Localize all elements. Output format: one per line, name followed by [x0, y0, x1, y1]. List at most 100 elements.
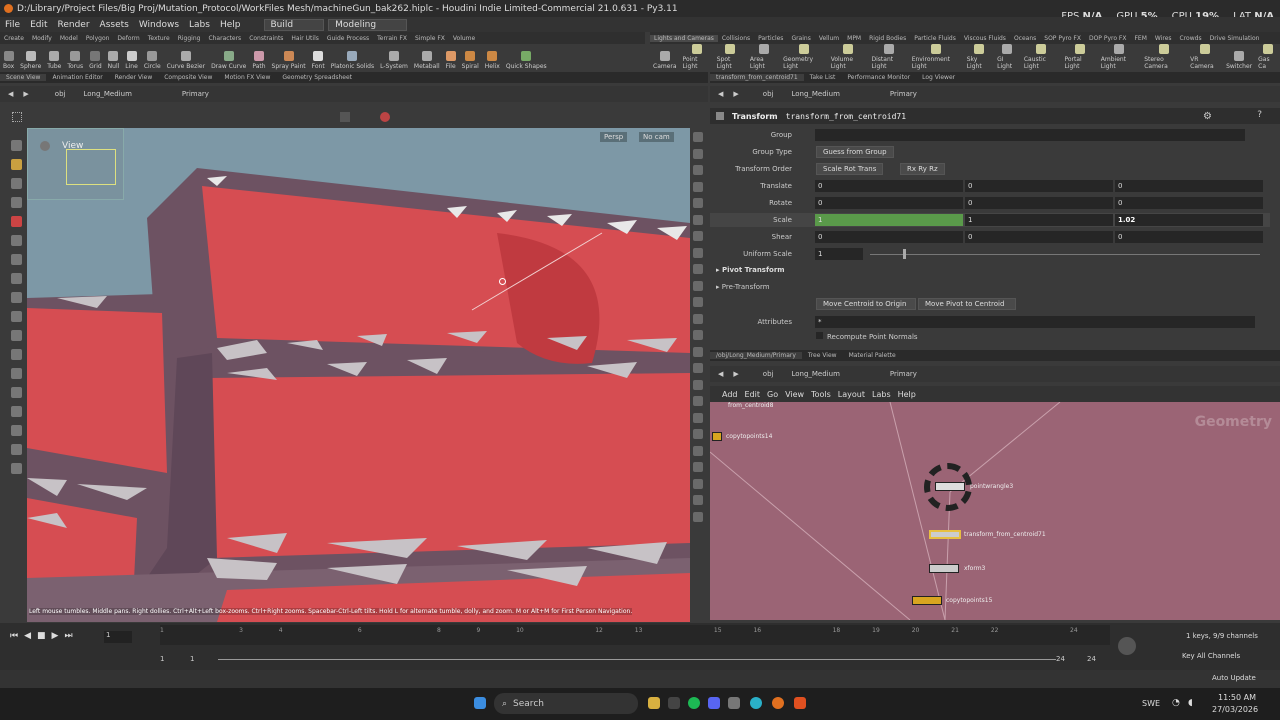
scale-y[interactable]: 1 [965, 214, 1113, 226]
pre-transform-folder[interactable]: ▸ Pre-Transform [716, 283, 770, 291]
display-tool-icon[interactable] [693, 247, 703, 258]
viewport-tool-icon[interactable] [11, 406, 22, 417]
parm-path-obj[interactable]: obj [763, 90, 774, 98]
scene-viewport[interactable]: View Persp No cam Left mouse tumbles. Mi… [27, 128, 690, 622]
display-tool-icon[interactable] [693, 478, 703, 489]
shelf-tool-geometry-light[interactable]: Geometry Light [780, 44, 828, 70]
parm-path-geo[interactable]: Long_Medium [791, 90, 839, 98]
node-transform-from-centroid71[interactable] [929, 530, 961, 539]
net-path-obj[interactable]: obj [763, 370, 774, 378]
group-type-menu[interactable]: Guess from Group [816, 146, 894, 158]
shelf-tool-path[interactable]: Path [249, 51, 268, 70]
shelf-tool-caustic-light[interactable]: Caustic Light [1021, 44, 1062, 70]
display-options-icon[interactable] [340, 112, 350, 122]
viewport-tool-icon[interactable] [11, 254, 22, 265]
viewport-tool-icon[interactable] [11, 178, 22, 189]
range-start-2[interactable]: 1 [190, 655, 194, 663]
viewport-grid-icon[interactable] [12, 112, 22, 122]
display-tool-icon[interactable] [693, 346, 703, 357]
move-centroid-button[interactable]: Move Centroid to Origin [816, 298, 916, 310]
rotate-y[interactable]: 0 [965, 197, 1113, 209]
edge-icon[interactable] [750, 697, 762, 709]
shelf-tool-line[interactable]: Line [122, 51, 141, 70]
viewport-tool-icon[interactable] [11, 197, 22, 208]
uniform-scale-field[interactable]: 1 [815, 248, 863, 260]
path-geo[interactable]: Long_Medium [83, 90, 131, 98]
menu-assets[interactable]: Assets [95, 20, 134, 30]
attributes-field[interactable]: * [815, 316, 1255, 328]
node-xform3[interactable] [929, 564, 959, 573]
shelf-tab[interactable]: Polygon [82, 35, 114, 42]
menu-file[interactable]: File [0, 20, 25, 30]
play-icon[interactable]: ▶ [52, 631, 59, 641]
shelf-tab[interactable]: Model [56, 35, 82, 42]
pane-tab[interactable]: Composite View [158, 74, 218, 81]
display-tool-icon[interactable] [693, 313, 703, 324]
shelf-tool-portal-light[interactable]: Portal Light [1061, 44, 1097, 70]
shelf-tab[interactable]: Create [0, 35, 28, 42]
app-icon[interactable] [728, 697, 740, 709]
viewport-tool-icon[interactable] [11, 235, 22, 246]
pane-tab[interactable]: Scene View [0, 74, 47, 81]
path-obj[interactable]: obj [55, 90, 66, 98]
shelf-tab[interactable]: Deform [113, 35, 143, 42]
shear-y[interactable]: 0 [965, 231, 1113, 243]
pane-tab[interactable]: transform_from_centroid71 [710, 74, 804, 81]
display-tool-icon[interactable] [693, 495, 703, 505]
net-path-geo[interactable]: Long_Medium [791, 370, 839, 378]
stop-icon[interactable]: ■ [37, 631, 46, 641]
display-tool-icon[interactable] [693, 132, 703, 142]
shelf-tool-camera[interactable]: Camera [650, 51, 680, 70]
recompute-normals-toggle[interactable]: Recompute Point Normals [816, 332, 918, 341]
parm-path-sop[interactable]: Primary [890, 90, 917, 98]
display-tool-icon[interactable] [693, 462, 703, 472]
current-frame-field[interactable]: 1 [104, 631, 132, 643]
pane-tab[interactable]: Log Viewer [916, 74, 961, 81]
viewport-tool-icon[interactable] [11, 216, 22, 227]
pane-tab[interactable]: Take List [804, 74, 842, 81]
terminal-icon[interactable] [668, 697, 680, 709]
display-tool-icon[interactable] [693, 280, 703, 291]
desktop-build-dropdown[interactable]: Build [263, 18, 325, 31]
viewport-tool-icon[interactable] [11, 349, 22, 360]
viewport-tool-icon[interactable] [11, 330, 22, 341]
net-menu-add[interactable]: Add [722, 390, 738, 399]
shelf-tool-tube[interactable]: Tube [44, 51, 64, 70]
camera-menu[interactable]: No cam [639, 132, 674, 142]
shelf-tool-spray-paint[interactable]: Spray Paint [269, 51, 309, 70]
net-menu-layout[interactable]: Layout [838, 390, 865, 399]
viewport-tool-icon[interactable] [11, 463, 22, 474]
shelf-tab[interactable]: Particle Fluids [910, 35, 960, 42]
uniform-scale-slider[interactable] [870, 254, 1260, 255]
range-end-2[interactable]: 24 [1087, 655, 1096, 663]
shelf-tool-metaball[interactable]: Metaball [411, 51, 443, 70]
shelf-tab[interactable]: Rigid Bodies [865, 35, 910, 42]
display-tool-icon[interactable] [693, 429, 703, 439]
viewport-tool-icon[interactable] [11, 368, 22, 379]
shelf-tab[interactable]: Hair Utils [287, 35, 322, 42]
shelf-tool-box[interactable]: Box [0, 51, 17, 70]
file-explorer-icon[interactable] [648, 697, 660, 709]
net-menu-help[interactable]: Help [898, 390, 916, 399]
shear-x[interactable]: 0 [815, 231, 963, 243]
display-tool-icon[interactable] [693, 363, 703, 373]
net-menu-view[interactable]: View [785, 390, 804, 399]
shelf-tool-switcher[interactable]: Switcher [1223, 51, 1255, 70]
persp-menu[interactable]: Persp [600, 132, 628, 142]
node-pointwrangle3[interactable] [935, 482, 965, 491]
shelf-tab[interactable]: Modify [28, 35, 56, 42]
shelf-tab[interactable]: Lights and Cameras [650, 34, 718, 42]
forward-arrow-icon[interactable]: ▶ [733, 370, 738, 378]
shelf-tab[interactable]: Drive Simulation [1206, 35, 1264, 42]
shelf-tool-null[interactable]: Null [105, 51, 123, 70]
shelf-tab[interactable]: Vellum [815, 35, 843, 42]
net-menu-edit[interactable]: Edit [745, 390, 761, 399]
node-name[interactable]: transform_from_centroid71 [786, 112, 906, 121]
shelf-tool-stereo-camera[interactable]: Stereo Camera [1141, 44, 1187, 70]
pane-tab[interactable]: Performance Monitor [841, 74, 916, 81]
display-tool-icon[interactable] [693, 165, 703, 175]
shelf-tool-volume-light[interactable]: Volume Light [828, 44, 869, 70]
transform-order-menu[interactable]: Scale Rot Trans [816, 163, 884, 175]
menu-render[interactable]: Render [53, 20, 95, 30]
display-tool-icon[interactable] [693, 214, 703, 225]
